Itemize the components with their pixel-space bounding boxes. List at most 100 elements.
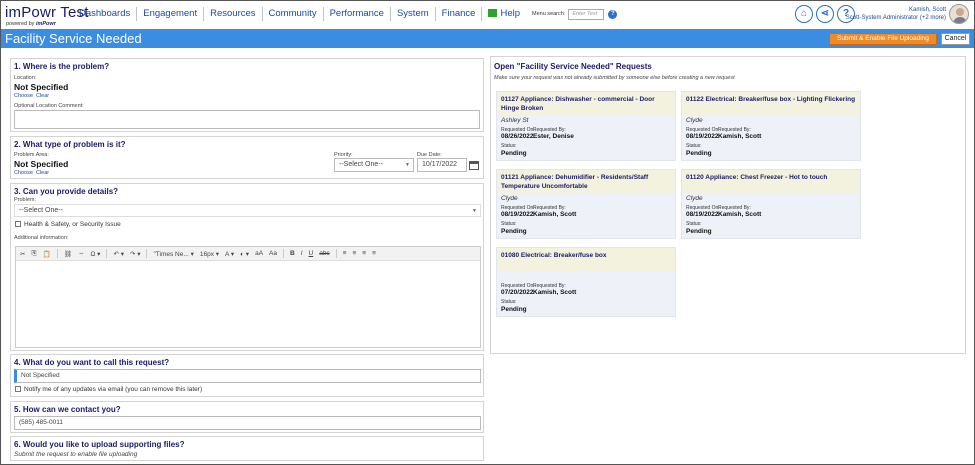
nav-community[interactable]: Community bbox=[261, 7, 323, 21]
menu-search-input[interactable]: Enter Text bbox=[568, 8, 605, 20]
problem-select[interactable]: --Select One-- ▼ bbox=[14, 204, 481, 217]
align-justify-icon[interactable]: ≡ bbox=[372, 250, 376, 257]
main-menu: Dashboards Engagement Resources Communit… bbox=[73, 7, 618, 21]
nav-help[interactable]: Help bbox=[481, 7, 526, 21]
choose-link[interactable]: Choose bbox=[14, 93, 33, 99]
nav-engagement[interactable]: Engagement bbox=[136, 7, 203, 21]
align-right-icon[interactable]: ≡ bbox=[362, 250, 366, 257]
request-card[interactable]: 01122 Electrical: Breaker/fuse box - Lig… bbox=[681, 91, 861, 161]
request-title[interactable]: 01120 Appliance: Chest Freezer - Hot to … bbox=[682, 170, 860, 194]
section-upload: 6. Would you like to upload supporting f… bbox=[10, 436, 484, 461]
cancel-button[interactable]: Cancel bbox=[941, 33, 970, 45]
request-location: Ashley St bbox=[501, 117, 529, 124]
nav-dashboards[interactable]: Dashboards bbox=[73, 7, 136, 21]
open-requests-subheading: Make sure your request was not already s… bbox=[494, 75, 735, 81]
strikethrough-icon[interactable]: abc bbox=[319, 250, 329, 257]
checkbox-icon[interactable] bbox=[15, 221, 21, 227]
submit-button[interactable]: Submit & Enable File Uploading bbox=[829, 33, 937, 45]
nav-system[interactable]: System bbox=[389, 7, 435, 21]
menu-search-label: Menu search: bbox=[532, 11, 566, 17]
nav-resources[interactable]: Resources bbox=[203, 7, 261, 21]
redo-icon[interactable]: ↷ ▾ bbox=[130, 250, 141, 258]
font-family-select[interactable]: "Times Ne... ▾ bbox=[153, 250, 193, 258]
undo-icon[interactable]: ↶ ▾ bbox=[113, 250, 124, 258]
request-card[interactable]: 01120 Appliance: Chest Freezer - Hot to … bbox=[681, 169, 861, 239]
user-role: Scott-System Administrator (+2 more) bbox=[845, 15, 946, 21]
choose-link[interactable]: Choose bbox=[14, 170, 33, 176]
highlight-icon[interactable]: ◐ ▾ bbox=[240, 250, 249, 258]
due-date-input[interactable]: 10/17/2022 bbox=[417, 158, 467, 172]
search-help-icon[interactable]: ? bbox=[608, 9, 618, 19]
align-left-icon[interactable]: ≡ bbox=[343, 250, 347, 257]
nav-finance[interactable]: Finance bbox=[434, 7, 482, 21]
home-icon[interactable]: ⌂ bbox=[795, 5, 813, 23]
problem-area-actions: Choose Clear bbox=[14, 170, 52, 176]
requested-on-value: 08/19/2022 bbox=[686, 211, 719, 218]
request-title[interactable]: 01121 Appliance: Dehumidifier - Resident… bbox=[497, 170, 675, 194]
health-safety-checkbox[interactable]: Health & Safety, or Security Issue bbox=[15, 221, 121, 228]
lowercase-icon[interactable]: aA bbox=[255, 250, 263, 257]
nav-performance[interactable]: Performance bbox=[322, 7, 390, 21]
link-icon[interactable]: ⛓ bbox=[64, 250, 72, 258]
requested-by-value: Kamish, Scott bbox=[718, 211, 762, 218]
section-contact: 5. How can we contact you? (585) 485-001… bbox=[10, 401, 484, 433]
open-requests-heading: Open "Facility Service Needed" Requests bbox=[494, 62, 652, 71]
share-icon[interactable]: ⋖ bbox=[816, 5, 834, 23]
section-location: 1. Where is the problem? Location: Not S… bbox=[10, 58, 484, 132]
rich-text-editor[interactable]: ✂ ⎘ 📋 ⛓ ⇔ Ω ▾ ↶ ▾ ↷ ▾ "Times Ne... ▾ 16p… bbox=[15, 246, 481, 348]
align-center-icon[interactable]: ≡ bbox=[352, 250, 356, 257]
request-card[interactable]: 01127 Appliance: Dishwasher - commercial… bbox=[496, 91, 676, 161]
status-label: Status: bbox=[686, 221, 702, 227]
bold-icon[interactable]: B bbox=[290, 250, 295, 257]
status-value: Pending bbox=[686, 228, 712, 235]
notify-checkbox[interactable]: Notify me of any updates via email (you … bbox=[15, 386, 202, 393]
font-color-icon[interactable]: A ▾ bbox=[225, 250, 234, 258]
upload-note: Submit the request to enable file upload… bbox=[14, 451, 138, 458]
request-name-input[interactable]: Not Specified bbox=[14, 369, 481, 383]
status-value: Pending bbox=[501, 306, 527, 313]
request-title[interactable]: 01122 Electrical: Breaker/fuse box - Lig… bbox=[682, 92, 860, 116]
underline-icon[interactable]: U bbox=[309, 250, 314, 257]
powered-by: powered by imPowr bbox=[6, 21, 56, 27]
calendar-icon[interactable] bbox=[469, 161, 479, 170]
status-label: Status: bbox=[501, 299, 517, 305]
request-title[interactable]: 01127 Appliance: Dishwasher - commercial… bbox=[497, 92, 675, 116]
location-actions: Choose Clear bbox=[14, 93, 52, 99]
capitalize-icon[interactable]: Aa bbox=[269, 250, 277, 257]
requested-on-value: 08/19/2022 bbox=[686, 133, 719, 140]
section-heading: 6. Would you like to upload supporting f… bbox=[14, 440, 185, 449]
section-heading: 2. What type of problem is it? bbox=[14, 140, 126, 149]
italic-icon[interactable]: I bbox=[301, 250, 303, 257]
location-comment-input[interactable] bbox=[14, 110, 480, 129]
page-titlebar: Facility Service Needed Submit & Enable … bbox=[1, 29, 974, 48]
status-value: Pending bbox=[501, 150, 527, 157]
request-title[interactable]: 01080 Electrical: Breaker/fuse box bbox=[497, 248, 675, 272]
paste-icon[interactable]: 📋 bbox=[43, 250, 51, 258]
special-char-icon[interactable]: Ω ▾ bbox=[91, 250, 101, 258]
clear-link[interactable]: Clear bbox=[36, 170, 49, 176]
section-heading: 5. How can we contact you? bbox=[14, 405, 121, 414]
clear-link[interactable]: Clear bbox=[36, 93, 49, 99]
unlink-icon[interactable]: ⇔ bbox=[78, 250, 85, 257]
priority-select[interactable]: --Select One-- ▼ bbox=[334, 158, 414, 172]
section-request-name: 4. What do you want to call this request… bbox=[10, 354, 484, 397]
problem-label: Problem: bbox=[14, 197, 37, 203]
checkbox-icon[interactable] bbox=[15, 386, 21, 392]
request-card[interactable]: 01121 Appliance: Dehumidifier - Resident… bbox=[496, 169, 676, 239]
user-info[interactable]: Kamish, Scott Scott-System Administrator… bbox=[846, 6, 946, 22]
avatar[interactable] bbox=[949, 4, 969, 24]
section-problem-type: 2. What type of problem is it? Problem A… bbox=[10, 136, 484, 179]
status-value: Pending bbox=[501, 228, 527, 235]
phone-input[interactable]: (585) 485-0011 bbox=[14, 416, 481, 430]
editor-toolbar: ✂ ⎘ 📋 ⛓ ⇔ Ω ▾ ↶ ▾ ↷ ▾ "Times Ne... ▾ 16p… bbox=[16, 247, 480, 261]
comment-label: Optional Location Comment: bbox=[14, 103, 84, 109]
status-label: Status: bbox=[501, 143, 517, 149]
requested-by-value: Kamish, Scott bbox=[533, 289, 577, 296]
copy-icon[interactable]: ⎘ bbox=[31, 250, 36, 258]
location-value: Not Specified bbox=[14, 82, 69, 92]
request-card[interactable]: 01080 Electrical: Breaker/fuse box Reque… bbox=[496, 247, 676, 317]
cut-icon[interactable]: ✂ bbox=[20, 250, 25, 258]
font-size-select[interactable]: 16px ▾ bbox=[200, 250, 219, 258]
page-title: Facility Service Needed bbox=[5, 31, 142, 46]
requested-by-value: Kamish, Scott bbox=[718, 133, 762, 140]
